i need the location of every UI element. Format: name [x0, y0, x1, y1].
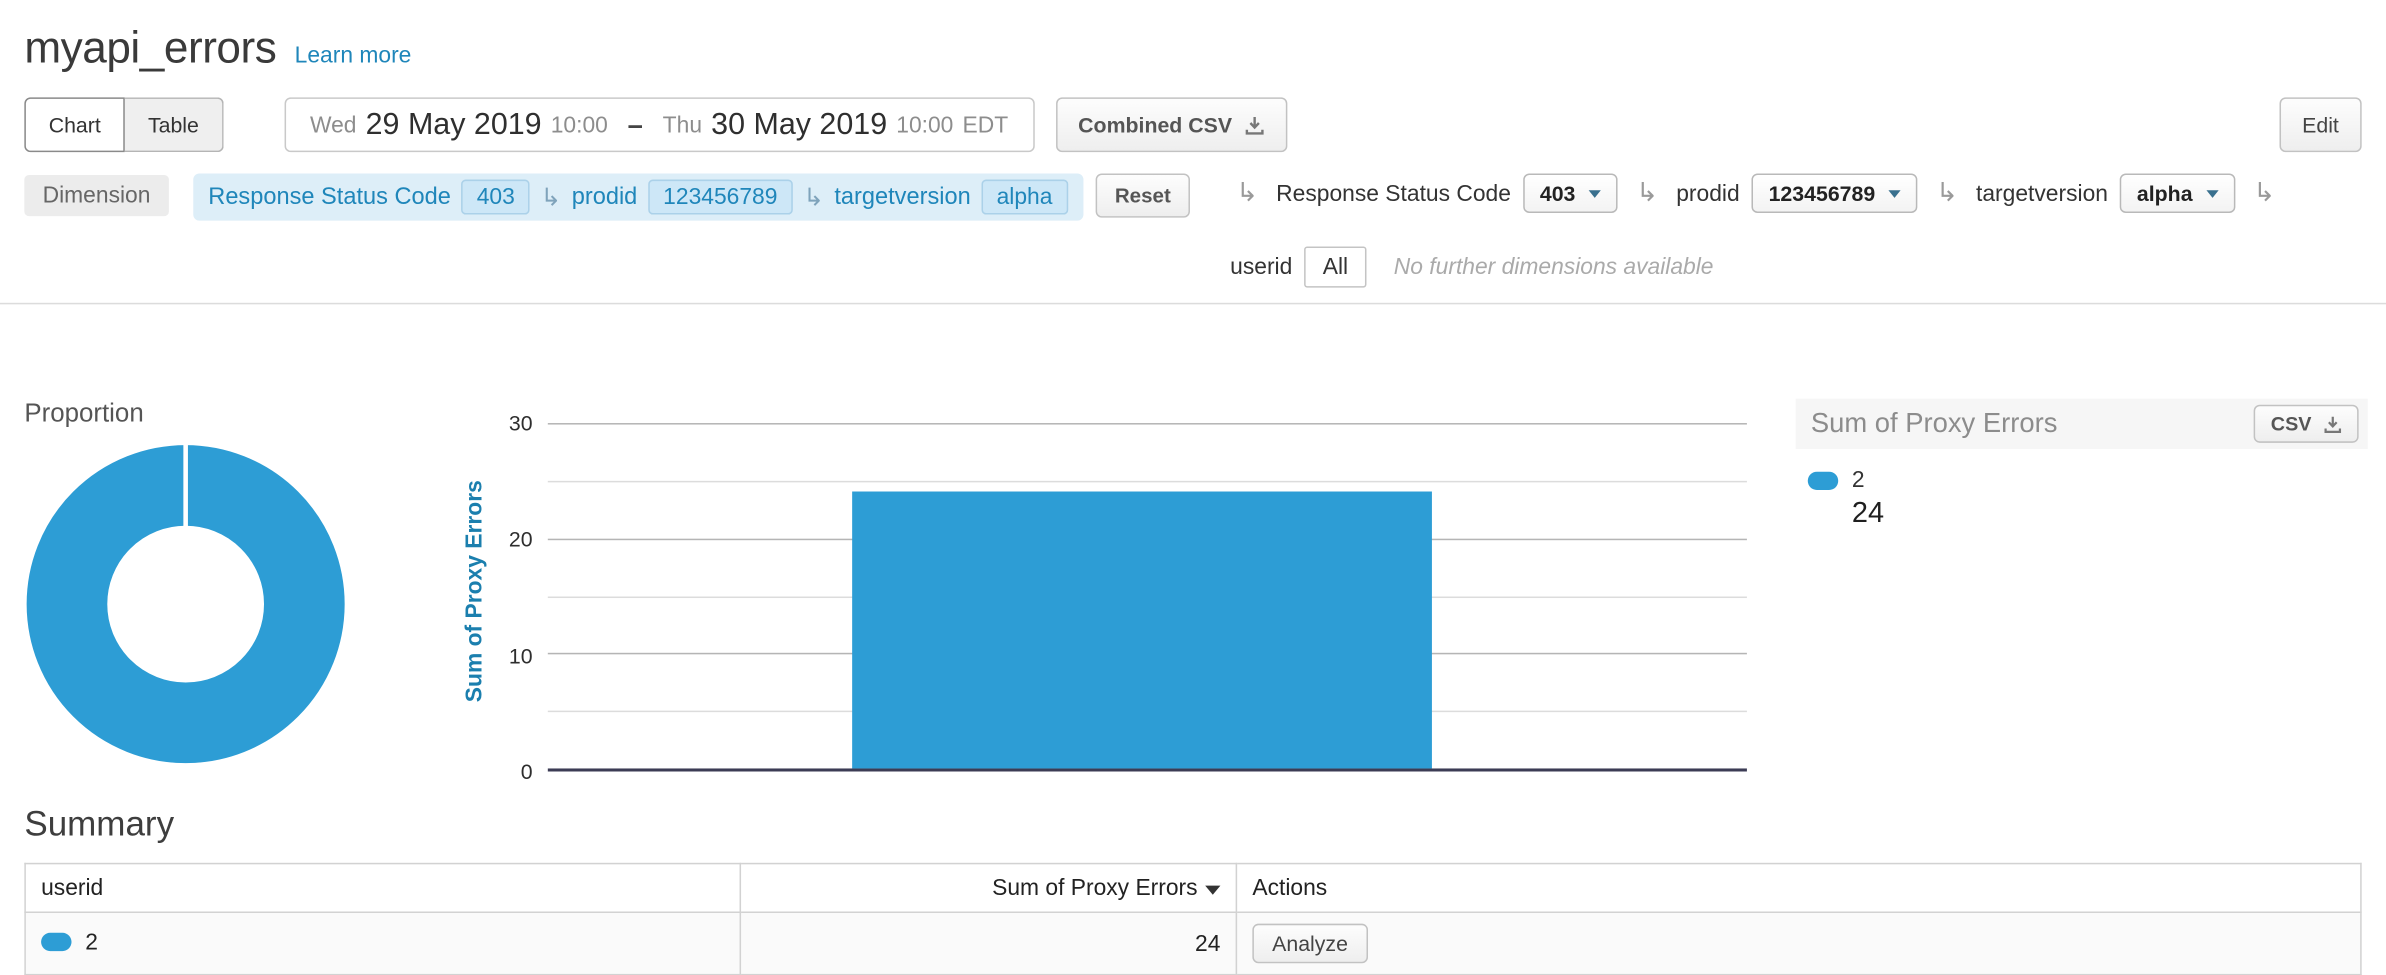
reset-button[interactable]: Reset — [1095, 173, 1191, 217]
end-date: 30 May 2019 — [711, 107, 887, 142]
end-time: 10:00 — [896, 112, 953, 138]
targetversion-select[interactable]: alpha — [2120, 173, 2235, 213]
combined-csv-button[interactable]: Combined CSV — [1055, 97, 1286, 152]
summary-header-row: userid Sum of Proxy Errors Actions — [25, 864, 2361, 913]
start-date: 29 May 2019 — [366, 107, 542, 142]
y-tick-label: 0 — [466, 759, 533, 783]
combined-csv-label: Combined CSV — [1078, 113, 1232, 137]
breadcrumb-value-chip[interactable]: 403 — [462, 180, 531, 215]
drilldown-name: Response Status Code — [1276, 180, 1511, 206]
date-range-picker[interactable]: Wed 29 May 2019 10:00 – Thu 30 May 2019 … — [284, 97, 1034, 152]
chevron-down-icon — [1589, 189, 1601, 197]
csv-label: CSV — [2271, 412, 2312, 435]
legend-item-key: 2 — [1852, 467, 1865, 493]
legend-panel: Sum of Proxy Errors CSV 2 24 — [1796, 399, 2368, 531]
date-range-separator: – — [628, 109, 643, 141]
timezone-label: EDT — [963, 112, 1009, 138]
page-header: myapi_errors Learn more — [0, 0, 2386, 75]
actions-cell: Analyze — [1236, 912, 2361, 974]
breadcrumb-name: prodid — [572, 183, 638, 210]
drilldown-name: prodid — [1676, 180, 1739, 206]
y-tick-label: 30 — [466, 411, 533, 435]
dimension-label: Dimension — [24, 175, 168, 216]
userid-cell: 2 — [25, 912, 740, 974]
chevron-down-icon — [1889, 189, 1901, 197]
legend-item[interactable]: 2 — [1808, 467, 2368, 493]
download-icon — [2324, 415, 2342, 433]
drilldown-controls: ↳ Response Status Code 403 ↳ prodid 1234… — [1230, 173, 2362, 287]
legend-title: Sum of Proxy Errors — [1811, 408, 2058, 440]
learn-more-link[interactable]: Learn more — [295, 43, 412, 69]
drilldown-arrow-icon: ↳ — [541, 182, 561, 212]
dimension-breadcrumb: Response Status Code 403 ↳ prodid 123456… — [193, 173, 1083, 220]
drilldown-name: targetversion — [1976, 180, 2108, 206]
csv-button[interactable]: CSV — [2254, 405, 2359, 443]
section-divider — [0, 303, 2386, 305]
drilldown-arrow-icon: ↳ — [2253, 178, 2275, 208]
userid-value: 2 — [85, 929, 98, 955]
sort-desc-icon — [1205, 886, 1220, 895]
sum-cell: 24 — [740, 912, 1236, 974]
series-swatch — [41, 933, 71, 951]
breadcrumb-name: Response Status Code — [208, 183, 451, 210]
prodid-select[interactable]: 123456789 — [1752, 173, 1918, 213]
selected-value: alpha — [2137, 181, 2193, 205]
start-day: Wed — [310, 112, 357, 138]
selected-value: 403 — [1540, 181, 1576, 205]
download-icon — [1244, 115, 1264, 135]
y-axis-label: Sum of Proxy Errors — [462, 393, 488, 789]
table-view-button[interactable]: Table — [125, 97, 223, 152]
edit-button[interactable]: Edit — [2279, 97, 2361, 152]
toolbar-spacer — [1287, 97, 2279, 152]
summary-heading: Summary — [24, 803, 2361, 844]
dimension-bar: Dimension Response Status Code 403 ↳ pro… — [24, 173, 2361, 287]
column-header-sum-of-proxy-errors[interactable]: Sum of Proxy Errors — [740, 864, 1236, 913]
drilldown-name: userid — [1230, 254, 1292, 280]
series-swatch — [1808, 471, 1838, 489]
view-toggle: Chart Table — [24, 97, 223, 152]
y-tick-label: 10 — [466, 644, 533, 668]
breadcrumb-name: targetversion — [834, 183, 970, 210]
legend-item-value: 24 — [1852, 498, 2368, 531]
legend-header: Sum of Proxy Errors CSV — [1796, 399, 2368, 449]
start-time: 10:00 — [551, 112, 608, 138]
summary-table: userid Sum of Proxy Errors Actions 2 24 … — [24, 863, 2361, 975]
analytics-report-page: myapi_errors Learn more Chart Table Wed … — [0, 0, 2386, 968]
chart-view-button[interactable]: Chart — [24, 97, 125, 152]
column-header-userid: userid — [25, 864, 740, 913]
selected-value: 123456789 — [1769, 181, 1876, 205]
column-header-actions: Actions — [1236, 864, 2361, 913]
no-dimensions-note: No further dimensions available — [1394, 254, 1714, 280]
gridline — [548, 480, 1747, 482]
chart-section: Proportion Sum of Proxy Errors 30 20 10 … — [0, 399, 2386, 779]
drilldown-arrow-icon: ↳ — [803, 182, 823, 212]
table-row: 2 24 Analyze — [25, 912, 2361, 974]
proportion-donut-chart[interactable] — [26, 444, 346, 764]
breadcrumb-value-chip[interactable]: alpha — [981, 180, 1067, 215]
gridline — [548, 423, 1747, 425]
drilldown-arrow-icon: ↳ — [1236, 178, 1258, 208]
breadcrumb-value-chip[interactable]: 123456789 — [648, 180, 793, 215]
drilldown-arrow-icon: ↳ — [1936, 178, 1958, 208]
userid-all-chip[interactable]: All — [1305, 247, 1367, 288]
response-status-code-select[interactable]: 403 — [1523, 173, 1618, 213]
y-tick-label: 20 — [466, 527, 533, 551]
page-title: myapi_errors — [24, 24, 276, 74]
toolbar: Chart Table Wed 29 May 2019 10:00 – Thu … — [24, 97, 2361, 152]
end-day: Thu — [663, 112, 702, 138]
drilldown-arrow-icon: ↳ — [1636, 178, 1658, 208]
proportion-label: Proportion — [24, 399, 143, 429]
bar-chart — [548, 423, 1747, 771]
analyze-button[interactable]: Analyze — [1252, 924, 1367, 964]
donut-slice-divider — [183, 444, 188, 528]
chevron-down-icon — [2206, 189, 2218, 197]
bar-chart-bar[interactable] — [852, 492, 1432, 768]
